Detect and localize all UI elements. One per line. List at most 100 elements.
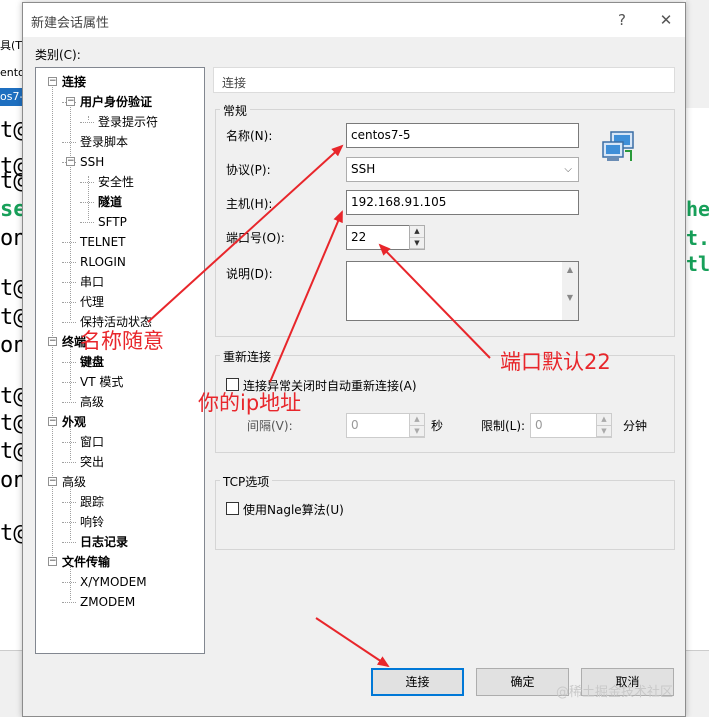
tree-collapse-icon[interactable]: − <box>48 557 57 566</box>
terminal-right-line: tl <box>686 252 709 276</box>
tree-connector <box>70 482 71 540</box>
tree-collapse-icon[interactable]: − <box>48 77 57 86</box>
ip-annotation: 你的ip地址 <box>198 391 302 415</box>
terminal-right-line: t. <box>686 226 709 250</box>
terminal-right-line: he <box>686 197 709 221</box>
tree-item[interactable]: 键盘 <box>80 354 104 370</box>
tree-connector <box>88 116 89 120</box>
name-input[interactable]: centos7-5 <box>346 123 579 148</box>
nagle-label: 使用Nagle算法(U) <box>243 503 344 517</box>
tree-item[interactable]: VT 模式 <box>80 374 123 390</box>
watermark: @稀土掘金技术社区 <box>556 685 674 700</box>
scroll-up-icon[interactable]: ▲ <box>562 262 578 278</box>
tree-item[interactable]: ZMODEM <box>80 594 135 610</box>
limit-input[interactable]: 0 <box>530 413 597 438</box>
tree-connector <box>62 362 76 363</box>
protocol-label: 协议(P): <box>226 163 271 177</box>
spin-down-icon[interactable]: ▼ <box>410 238 424 249</box>
tree-collapse-icon[interactable]: − <box>48 417 57 426</box>
interval-input[interactable]: 0 <box>346 413 410 438</box>
panel-header: 连接 <box>213 67 675 93</box>
tree-connector <box>62 542 76 543</box>
limit-spinner[interactable]: ▲ ▼ <box>596 413 612 438</box>
category-label: 类别(C): <box>35 48 81 62</box>
tree-collapse-icon[interactable]: − <box>48 337 57 346</box>
spin-down-icon[interactable]: ▼ <box>597 426 611 437</box>
tree-item[interactable]: TELNET <box>80 234 126 250</box>
tree-item[interactable]: 跟踪 <box>80 494 104 510</box>
spin-up-icon[interactable]: ▲ <box>410 226 424 238</box>
host-label: 主机(H): <box>226 197 273 211</box>
tree-item[interactable]: 安全性 <box>98 174 134 190</box>
tree-item[interactable]: 串口 <box>80 274 104 290</box>
tree-item[interactable]: 突出 <box>80 454 104 470</box>
tree-collapse-icon[interactable]: − <box>66 157 75 166</box>
port-input[interactable]: 22 <box>346 225 410 250</box>
reconnect-group-title: 重新连接 <box>220 348 275 365</box>
tree-item[interactable]: 登录提示符 <box>98 114 158 130</box>
description-textarea[interactable]: ▲ ▼ <box>346 261 579 321</box>
tree-item[interactable]: X/YMODEM <box>80 574 147 590</box>
tree-item[interactable]: 文件传输 <box>62 554 110 570</box>
tree-item[interactable]: 外观 <box>62 414 86 430</box>
tree-connector <box>62 142 76 143</box>
tree-connector <box>62 602 76 603</box>
tree-connector <box>62 242 76 243</box>
limit-label: 限制(L): <box>481 419 526 433</box>
network-computer-icon <box>602 131 634 161</box>
tree-connector <box>62 382 76 383</box>
tree-connector <box>62 522 76 523</box>
spin-down-icon[interactable]: ▼ <box>410 426 424 437</box>
port-label: 端口号(O): <box>226 231 285 245</box>
description-label: 说明(D): <box>226 267 273 281</box>
tree-item[interactable]: SFTP <box>98 214 127 230</box>
host-input[interactable]: 192.168.91.105 <box>346 190 579 215</box>
tree-item[interactable]: 代理 <box>80 294 104 310</box>
tree-item[interactable]: 隧道 <box>98 194 122 210</box>
tree-connector <box>80 122 94 123</box>
tcp-options-title: TCP选项 <box>220 473 273 490</box>
tree-item[interactable]: 日志记录 <box>80 534 128 550</box>
tree-item[interactable]: 窗口 <box>80 434 104 450</box>
chevron-down-icon: ⌵ <box>564 164 572 175</box>
terminal-right-toolbar <box>686 0 709 108</box>
connect-button[interactable]: 连接 <box>371 668 464 696</box>
name-annotation: 名称随意 <box>80 329 164 353</box>
limit-unit: 分钟 <box>623 419 648 433</box>
terminal-session-tab[interactable]: os7-1 <box>0 88 22 106</box>
tree-connector <box>62 302 76 303</box>
tree-collapse-icon[interactable]: − <box>48 477 57 486</box>
interval-label: 间隔(V): <box>247 419 293 433</box>
tree-item[interactable]: RLOGIN <box>80 254 126 270</box>
tree-item[interactable]: 连接 <box>62 74 86 90</box>
tree-item[interactable]: 高级 <box>80 394 104 410</box>
tree-item[interactable]: 用户身份验证 <box>80 94 152 110</box>
description-scrollbar[interactable]: ▲ ▼ <box>562 262 578 320</box>
close-button[interactable]: ✕ <box>655 9 677 31</box>
port-spinner[interactable]: ▲ ▼ <box>409 225 425 250</box>
tree-connector <box>70 102 71 320</box>
dialog-title: 新建会话属性 <box>31 16 110 31</box>
tree-connector <box>62 262 76 263</box>
spin-up-icon[interactable]: ▲ <box>597 414 611 426</box>
help-button[interactable]: ? <box>611 9 633 31</box>
panel-header-title: 连接 <box>222 76 247 90</box>
tree-connector <box>52 82 53 562</box>
tree-connector <box>62 462 76 463</box>
protocol-select[interactable]: SSH ⌵ <box>346 157 579 182</box>
tree-connector <box>62 402 76 403</box>
tree-item[interactable]: 高级 <box>62 474 86 490</box>
tree-connector <box>62 282 76 283</box>
interval-spinner[interactable]: ▲ ▼ <box>409 413 425 438</box>
scroll-down-icon[interactable]: ▼ <box>562 290 578 306</box>
tree-collapse-icon[interactable]: − <box>66 97 75 106</box>
tree-connector <box>70 342 71 400</box>
dialog-titlebar[interactable]: 新建会话属性 ? ✕ <box>23 3 685 37</box>
tree-item[interactable]: 响铃 <box>80 514 104 530</box>
tree-item[interactable]: SSH <box>80 154 104 170</box>
nagle-checkbox[interactable] <box>226 502 239 515</box>
tree-item[interactable]: 登录脚本 <box>80 134 128 150</box>
spin-up-icon[interactable]: ▲ <box>410 414 424 426</box>
tree-connector <box>62 582 76 583</box>
category-tree[interactable]: − 连接 − 用户身份验证 登录提示符 登录脚本 − SSH 安全性 隧道 SFTP TELNET RL… <box>35 67 205 654</box>
